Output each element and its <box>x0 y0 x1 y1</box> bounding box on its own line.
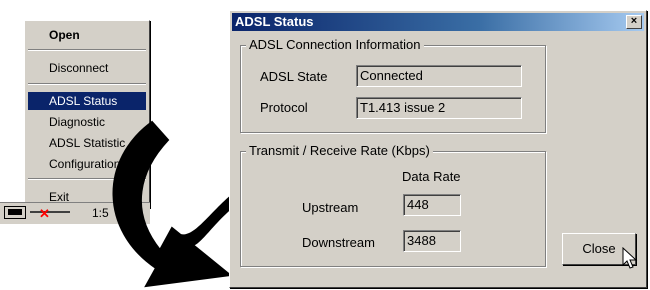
dialog-title: ADSL Status <box>235 14 314 29</box>
curved-arrow-icon <box>112 120 248 288</box>
menu-item-disconnect[interactable]: Disconnect <box>28 59 146 77</box>
adsl-status-dialog: ADSL Status × ADSL Connection Informatio… <box>229 10 647 288</box>
upstream-field: 448 <box>403 194 461 216</box>
menu-separator <box>28 83 146 85</box>
close-icon[interactable]: × <box>626 15 642 29</box>
protocol-field: T1.413 issue 2 <box>356 97 522 119</box>
connection-info-group <box>240 45 546 133</box>
rate-group-legend: Transmit / Receive Rate (Kbps) <box>246 144 433 158</box>
menu-item-open[interactable]: Open <box>28 26 146 44</box>
title-bar: ADSL Status × <box>232 13 644 31</box>
disconnected-x-icon: ✕ <box>39 206 50 221</box>
connection-info-legend: ADSL Connection Information <box>246 38 424 52</box>
protocol-label: Protocol <box>260 100 308 115</box>
network-tray-icon[interactable] <box>4 206 26 219</box>
downstream-label: Downstream <box>302 235 375 250</box>
downstream-field: 3488 <box>403 230 461 252</box>
adsl-state-label: ADSL State <box>260 69 328 84</box>
mouse-cursor-icon <box>622 247 638 269</box>
transmit-receive-rate-group <box>240 151 546 267</box>
menu-separator <box>28 49 146 51</box>
tray-cable <box>30 211 70 219</box>
data-rate-header: Data Rate <box>402 169 461 184</box>
upstream-label: Upstream <box>302 200 359 215</box>
adsl-state-field: Connected <box>356 65 522 87</box>
